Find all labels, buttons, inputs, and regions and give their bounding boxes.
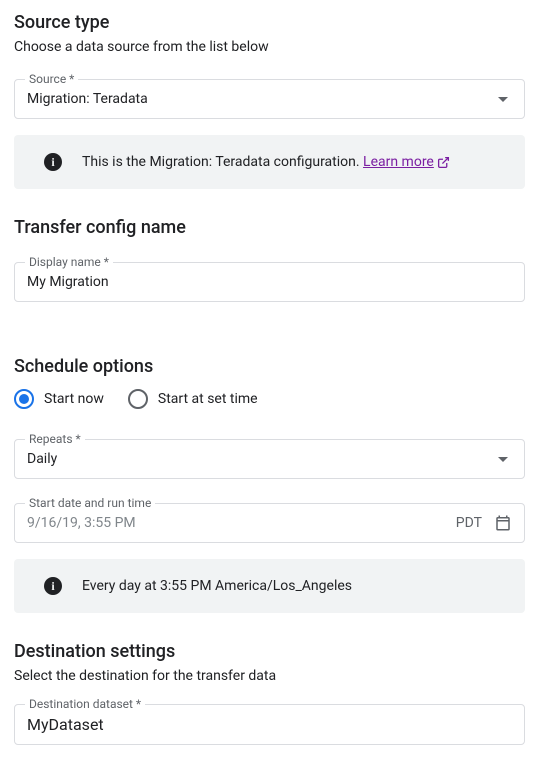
display-name-input[interactable] bbox=[27, 274, 512, 290]
schedule-heading: Schedule options bbox=[14, 356, 525, 377]
repeats-select[interactable]: Repeats * Daily bbox=[14, 439, 525, 479]
repeats-label: Repeats * bbox=[25, 432, 85, 446]
external-link-icon bbox=[437, 156, 450, 169]
transfer-config-heading: Transfer config name bbox=[14, 217, 525, 238]
start-datetime-label: Start date and run time bbox=[25, 496, 155, 510]
radio-icon bbox=[128, 389, 148, 409]
dropdown-arrow-icon bbox=[498, 97, 508, 102]
radio-start-now[interactable]: Start now bbox=[14, 389, 104, 409]
destination-dataset-label: Destination dataset * bbox=[25, 697, 145, 711]
destination-dataset-field[interactable]: Destination dataset * bbox=[14, 704, 525, 745]
schedule-info-panel: i Every day at 3:55 PM America/Los_Angel… bbox=[14, 559, 525, 613]
radio-icon bbox=[14, 389, 34, 409]
destination-heading: Destination settings bbox=[14, 641, 525, 662]
source-info-panel: i This is the Migration: Teradata config… bbox=[14, 135, 525, 189]
info-icon: i bbox=[44, 577, 62, 595]
source-type-heading: Source type bbox=[14, 12, 525, 33]
destination-description: Select the destination for the transfer … bbox=[14, 668, 525, 684]
timezone-label: PDT bbox=[456, 515, 482, 531]
source-select-label: Source * bbox=[25, 72, 78, 86]
radio-start-set-label: Start at set time bbox=[158, 391, 258, 407]
start-datetime-input[interactable] bbox=[27, 515, 444, 531]
repeats-value: Daily bbox=[27, 451, 57, 467]
source-select-value: Migration: Teradata bbox=[27, 91, 148, 107]
destination-dataset-input[interactable] bbox=[27, 715, 512, 734]
radio-start-now-label: Start now bbox=[44, 391, 104, 407]
source-type-description: Choose a data source from the list below bbox=[14, 39, 525, 55]
source-select[interactable]: Source * Migration: Teradata bbox=[14, 79, 525, 119]
schedule-radio-group: Start now Start at set time bbox=[14, 389, 525, 409]
dropdown-arrow-icon bbox=[498, 457, 508, 462]
info-icon: i bbox=[44, 153, 62, 171]
calendar-icon[interactable] bbox=[494, 514, 512, 532]
source-info-text: This is the Migration: Teradata configur… bbox=[82, 154, 363, 170]
start-datetime-field[interactable]: Start date and run time PDT bbox=[14, 503, 525, 543]
display-name-field[interactable]: Display name * bbox=[14, 262, 525, 302]
radio-start-set-time[interactable]: Start at set time bbox=[128, 389, 258, 409]
schedule-info-text: Every day at 3:55 PM America/Los_Angeles bbox=[82, 578, 352, 594]
display-name-label: Display name * bbox=[25, 255, 113, 269]
learn-more-link[interactable]: Learn more bbox=[363, 154, 450, 170]
